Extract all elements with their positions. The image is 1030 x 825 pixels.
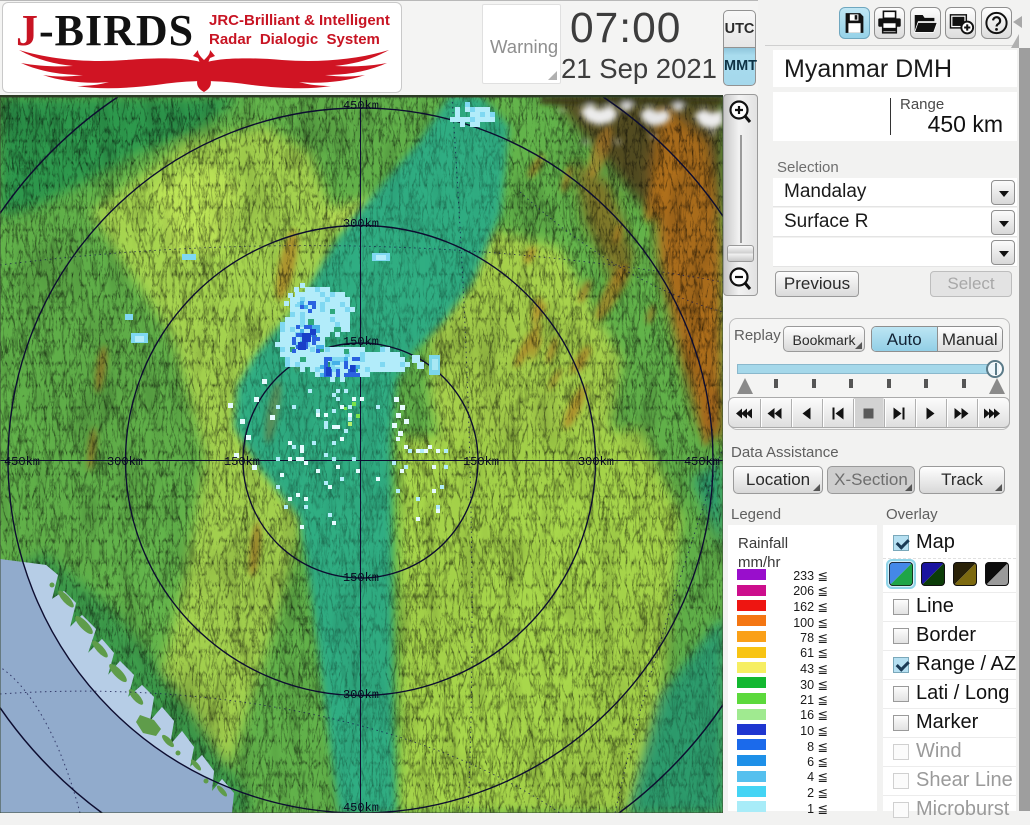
svg-text:150km: 150km: [343, 335, 379, 349]
svg-text:300km: 300km: [343, 688, 379, 702]
svg-text:450km: 450km: [684, 455, 720, 469]
svg-text:150km: 150km: [224, 455, 260, 469]
svg-text:300km: 300km: [107, 455, 143, 469]
svg-text:300km: 300km: [343, 217, 379, 231]
svg-text:150km: 150km: [463, 455, 499, 469]
svg-text:150km: 150km: [343, 571, 379, 585]
svg-text:450km: 450km: [343, 99, 379, 113]
svg-text:450km: 450km: [4, 455, 40, 469]
svg-text:300km: 300km: [578, 455, 614, 469]
svg-text:450km: 450km: [343, 801, 379, 813]
